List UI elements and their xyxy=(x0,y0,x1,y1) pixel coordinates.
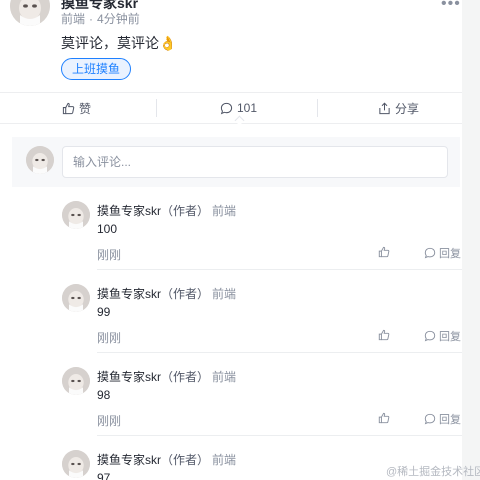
commenter-category: 前端 xyxy=(212,370,237,384)
more-options-icon[interactable]: ••• xyxy=(441,0,461,13)
reply-button[interactable]: 回复 xyxy=(424,411,461,427)
commenter-name[interactable]: 摸鱼专家skr xyxy=(97,453,161,467)
commenter-name[interactable]: 摸鱼专家skr xyxy=(97,370,161,384)
commenter-avatar[interactable] xyxy=(62,201,90,229)
current-user-avatar xyxy=(26,146,54,174)
commenter-name[interactable]: 摸鱼专家skr xyxy=(97,204,161,218)
post-content: 莫评论，莫评论👌 xyxy=(61,33,176,53)
like-button[interactable]: 赞 xyxy=(62,93,91,123)
author-avatar[interactable] xyxy=(10,0,50,26)
comment-time: 刚刚 xyxy=(97,331,122,345)
ok-hand-emoji: 👌 xyxy=(159,35,177,51)
commenter-avatar[interactable] xyxy=(62,284,90,312)
comment-text: 100 xyxy=(97,222,118,236)
post-meta: 前端 · 4分钟前 xyxy=(61,10,140,27)
comment-divider xyxy=(97,435,462,436)
commenter-category: 前端 xyxy=(212,287,237,301)
commenter-info: 摸鱼专家skr（作者） 前端 xyxy=(97,202,236,219)
author-badge: （作者） xyxy=(161,370,210,384)
comment-bubble-icon xyxy=(424,413,436,425)
comment-bubble-icon xyxy=(424,247,436,259)
comment-text: 97 xyxy=(97,471,111,480)
comment-item: 摸鱼专家skr（作者） 前端 99 刚刚 回复 xyxy=(0,284,462,367)
like-label: 赞 xyxy=(79,101,92,116)
comment-divider xyxy=(97,352,462,353)
comment-like-icon[interactable] xyxy=(378,329,390,341)
comment-bubble-icon xyxy=(424,330,436,342)
comment-like-icon[interactable] xyxy=(378,246,390,258)
post-text: 莫评论，莫评论 xyxy=(61,35,159,51)
comment-item: 摸鱼专家skr（作者） 前端 100 刚刚 回复 xyxy=(0,201,462,284)
author-badge: （作者） xyxy=(161,453,210,467)
comment-time: 刚刚 xyxy=(97,414,122,428)
commenter-info: 摸鱼专家skr（作者） 前端 xyxy=(97,451,236,468)
author-badge: （作者） xyxy=(161,287,210,301)
page-scroll-gutter xyxy=(462,0,480,480)
comment-time: 刚刚 xyxy=(97,248,122,262)
comment-input[interactable] xyxy=(62,146,448,178)
comment-text: 98 xyxy=(97,388,111,402)
comment-like-icon[interactable] xyxy=(378,412,390,424)
reply-label: 回复 xyxy=(439,414,461,426)
reply-button[interactable]: 回复 xyxy=(424,245,461,261)
share-icon xyxy=(379,101,390,114)
comment-divider xyxy=(97,269,462,270)
topic-tag[interactable]: 上班摸鱼 xyxy=(61,58,132,80)
comment-text: 99 xyxy=(97,305,111,319)
action-divider xyxy=(317,99,318,117)
commenter-name[interactable]: 摸鱼专家skr xyxy=(97,287,161,301)
share-label: 分享 xyxy=(395,101,420,116)
post-action-bar: 赞 101 分享 xyxy=(0,92,462,124)
commenter-category: 前端 xyxy=(212,453,237,467)
share-button[interactable]: 分享 xyxy=(378,93,419,123)
commenter-info: 摸鱼专家skr（作者） 前端 xyxy=(97,368,236,385)
reply-label: 回复 xyxy=(439,331,461,343)
comment-item: 摸鱼专家skr（作者） 前端 98 刚刚 回复 xyxy=(0,367,462,450)
action-divider xyxy=(156,99,157,117)
commenter-avatar[interactable] xyxy=(62,450,90,478)
site-watermark: @稀土掘金技术社区 xyxy=(386,466,480,478)
meta-separator: · xyxy=(89,12,94,26)
author-badge: （作者） xyxy=(161,204,210,218)
post-category[interactable]: 前端 xyxy=(61,12,85,26)
commenter-info: 摸鱼专家skr（作者） 前端 xyxy=(97,285,236,302)
reply-label: 回复 xyxy=(439,248,461,260)
commenter-avatar[interactable] xyxy=(62,367,90,395)
reply-button[interactable]: 回复 xyxy=(424,328,461,344)
thumbs-up-icon xyxy=(62,102,75,114)
commenter-category: 前端 xyxy=(212,204,237,218)
comment-bubble-icon xyxy=(220,102,233,114)
post-time: 4分钟前 xyxy=(97,12,140,26)
comment-count: 101 xyxy=(237,101,258,115)
